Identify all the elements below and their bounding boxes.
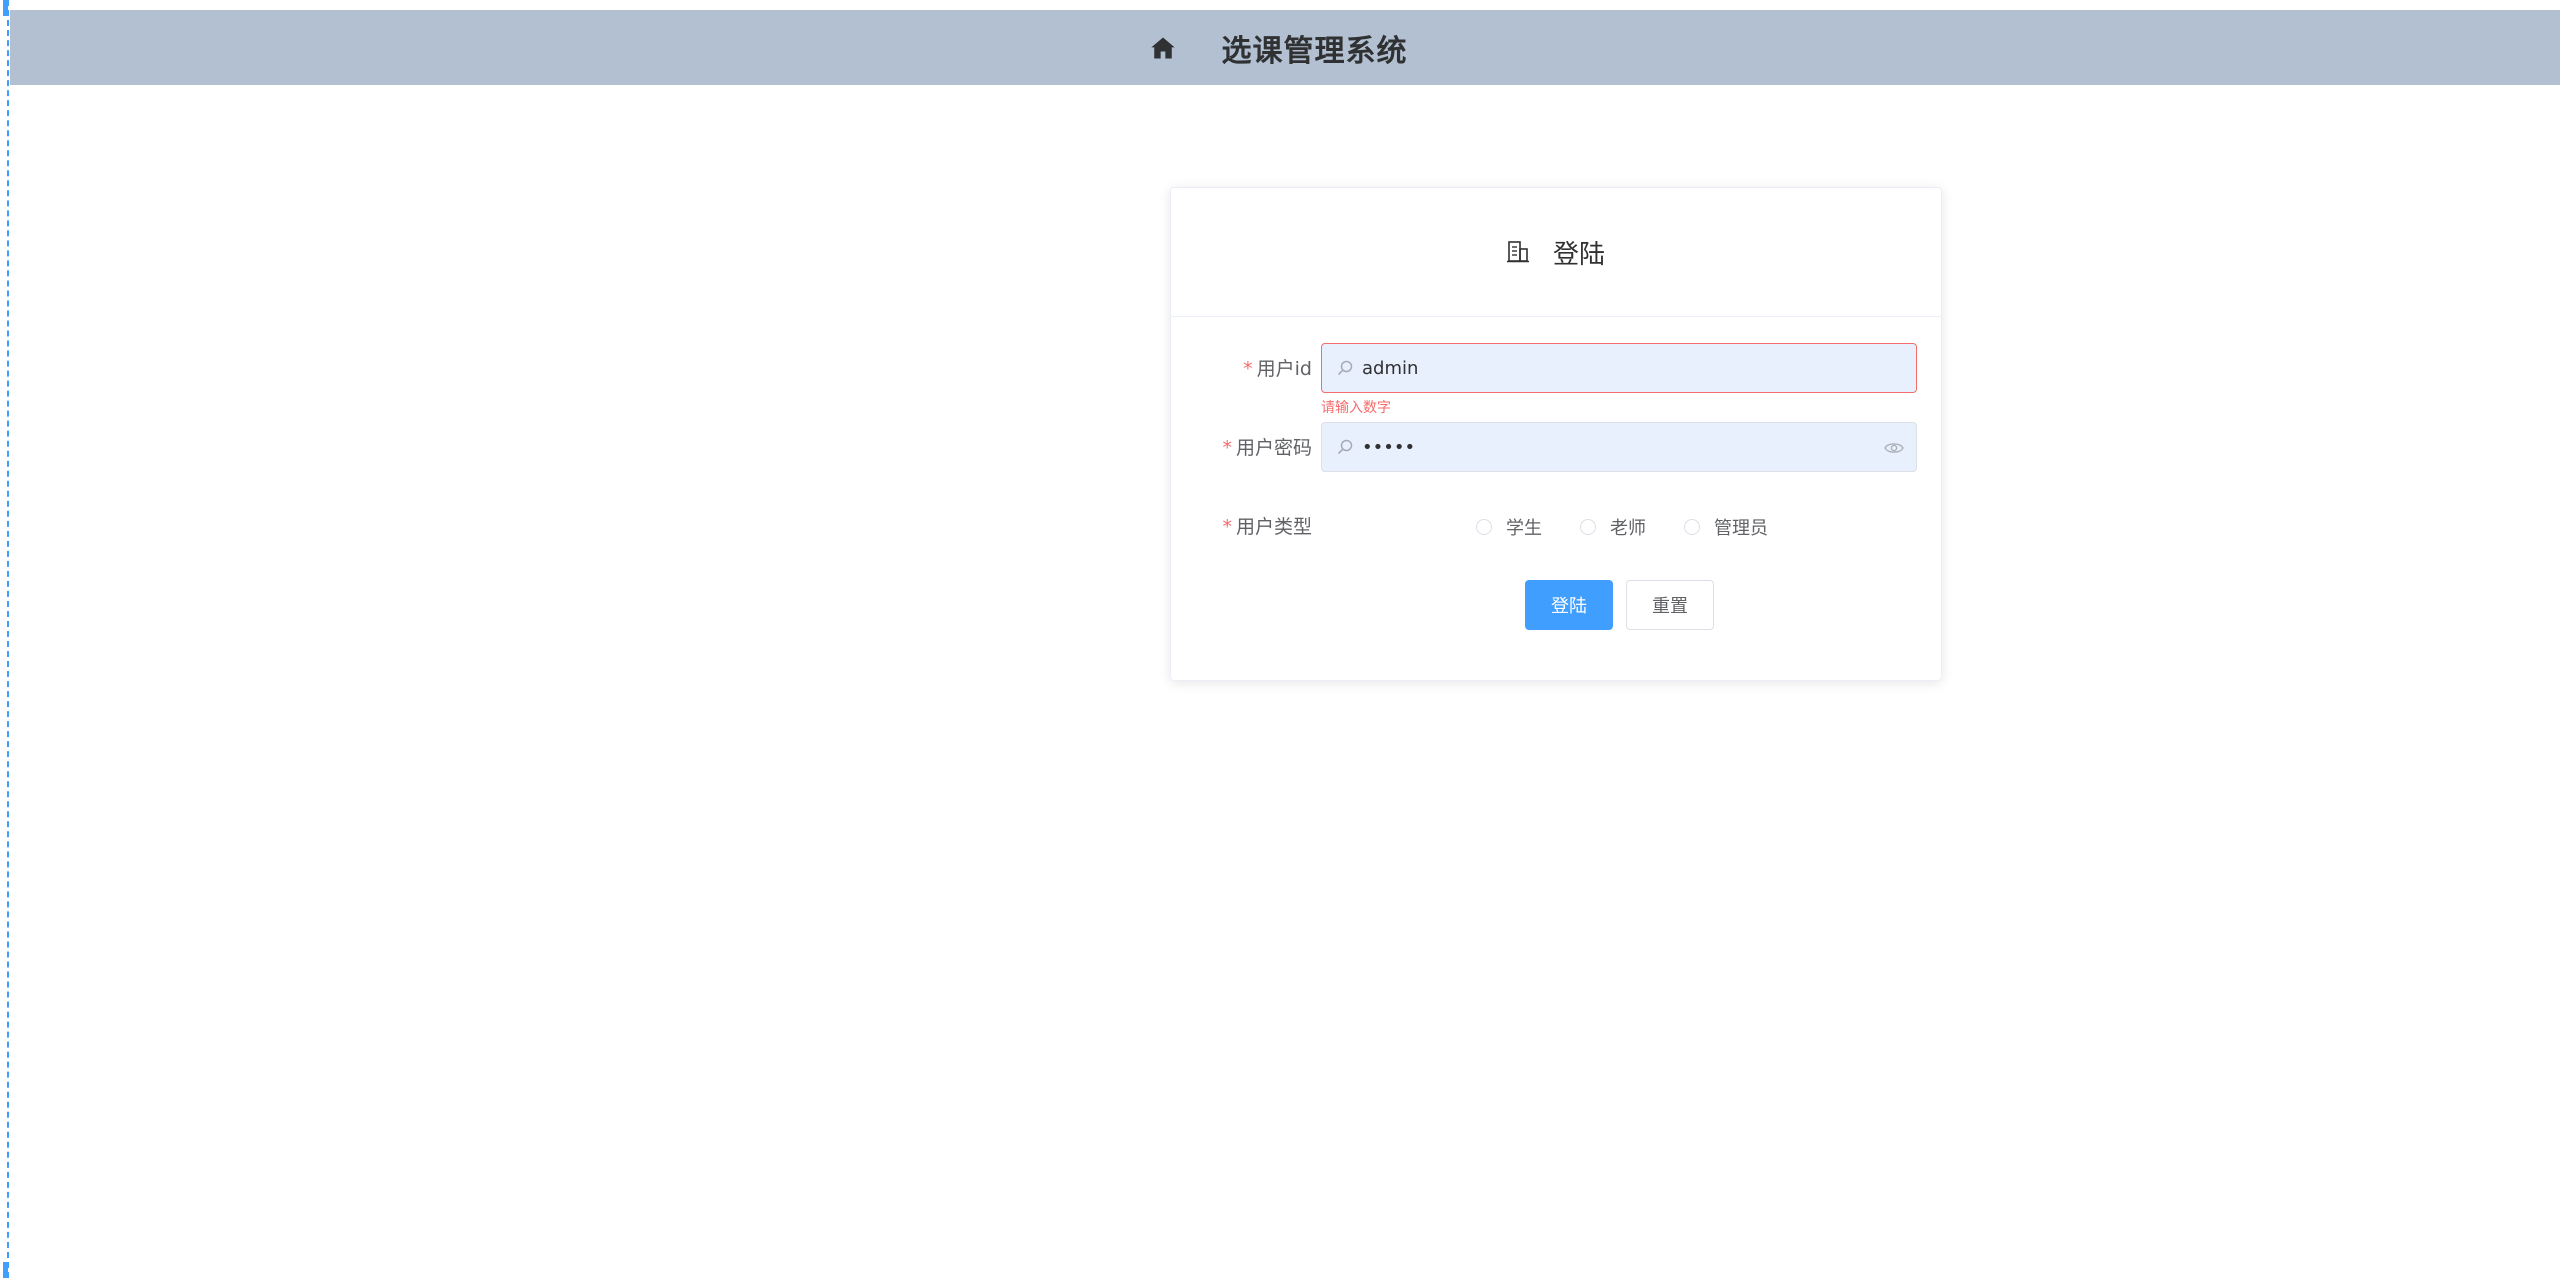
- home-icon[interactable]: [1149, 34, 1177, 62]
- radio-circle[interactable]: [1476, 519, 1492, 535]
- radio-circle[interactable]: [1580, 519, 1596, 535]
- login-button[interactable]: 登陆: [1525, 580, 1613, 630]
- header-brand: 选课管理系统: [1149, 26, 1408, 70]
- eye-icon[interactable]: [1884, 440, 1904, 454]
- login-card: 登陆 *用户id admin 请输入数字 *用户密码: [1170, 187, 1942, 681]
- search-icon: [1336, 438, 1354, 456]
- password-input[interactable]: •••••: [1321, 422, 1917, 472]
- password-value: •••••: [1362, 437, 1884, 458]
- form-actions: 登陆 重置: [1171, 580, 1943, 632]
- user-id-value: admin: [1362, 358, 1916, 379]
- user-id-form-item: *用户id admin 请输入数字: [1171, 343, 1943, 395]
- left-guide-top-mark: [3, 0, 8, 16]
- required-mark: *: [1222, 516, 1232, 538]
- office-building-icon: [1507, 240, 1529, 264]
- radio-student[interactable]: 学生: [1476, 514, 1542, 540]
- required-mark: *: [1243, 358, 1253, 380]
- required-mark: *: [1222, 437, 1232, 459]
- search-icon: [1336, 359, 1354, 377]
- radio-admin[interactable]: 管理员: [1684, 514, 1768, 540]
- user-id-error-message: 请输入数字: [1321, 397, 1391, 417]
- user-type-label-text: 用户类型: [1236, 516, 1312, 538]
- user-id-label: *用户id: [1243, 343, 1312, 395]
- page: 选课管理系统 登陆 *用户id: [0, 0, 2560, 1278]
- login-card-header: 登陆: [1171, 188, 1941, 317]
- radio-circle[interactable]: [1684, 519, 1700, 535]
- user-id-label-text: 用户id: [1257, 358, 1312, 380]
- radio-teacher-label: 老师: [1610, 514, 1646, 540]
- reset-button[interactable]: 重置: [1626, 580, 1714, 630]
- radio-student-label: 学生: [1506, 514, 1542, 540]
- left-guide-bottom-mark: [3, 1262, 8, 1278]
- left-dashed-guide: [7, 0, 9, 1278]
- user-type-label: *用户类型: [1222, 501, 1312, 553]
- radio-teacher[interactable]: 老师: [1580, 514, 1646, 540]
- password-form-item: *用户密码 •••••: [1171, 422, 1943, 474]
- radio-admin-label: 管理员: [1714, 514, 1768, 540]
- user-type-radio-group: 学生 老师 管理员: [1476, 501, 1806, 553]
- user-type-form-item: *用户类型 学生 老师 管理员: [1171, 501, 1943, 553]
- login-card-title: 登陆: [1553, 234, 1605, 271]
- user-id-input[interactable]: admin: [1321, 343, 1917, 393]
- password-label-text: 用户密码: [1236, 437, 1312, 459]
- app-header: 选课管理系统: [10, 10, 2560, 85]
- app-title: 选课管理系统: [1222, 26, 1408, 70]
- password-label: *用户密码: [1222, 422, 1312, 474]
